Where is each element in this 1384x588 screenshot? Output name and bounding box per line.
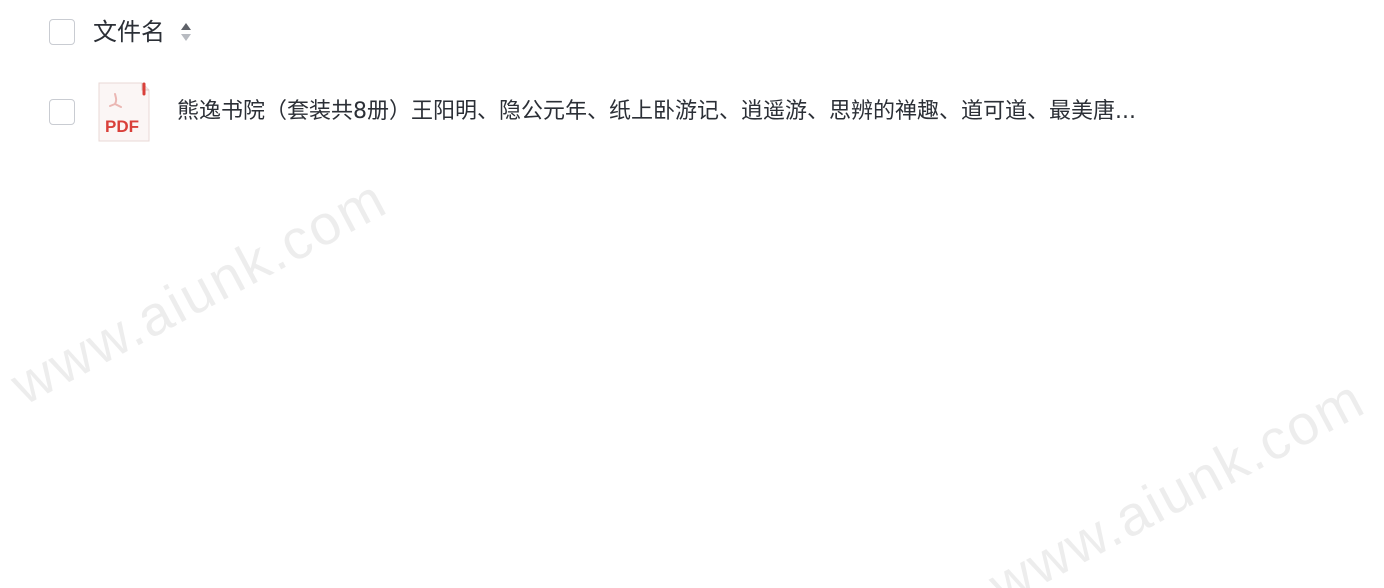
file-select-checkbox[interactable]: [49, 99, 75, 125]
file-list-page: 文件名 PDF 熊逸书院（套装共8册）王阳明、隐公元年、纸上卧游记、逍遥游、思辨…: [0, 0, 1384, 588]
file-list-header: 文件名: [0, 0, 1384, 66]
select-all-checkbox[interactable]: [49, 19, 75, 45]
pdf-label: PDF: [105, 117, 139, 136]
pdf-file-icon: PDF: [98, 82, 150, 142]
watermark-text: www.aiunk.com: [0, 166, 397, 417]
sort-updown-icon[interactable]: [180, 21, 192, 43]
filename-column-header[interactable]: 文件名: [93, 16, 165, 48]
file-row[interactable]: PDF 熊逸书院（套装共8册）王阳明、隐公元年、纸上卧游记、逍遥游、思辨的禅趣、…: [0, 80, 1384, 144]
file-name-link[interactable]: 熊逸书院（套装共8册）王阳明、隐公元年、纸上卧游记、逍遥游、思辨的禅趣、道可道、…: [177, 96, 1237, 128]
watermark-text: www.aiunk.com: [978, 366, 1375, 588]
